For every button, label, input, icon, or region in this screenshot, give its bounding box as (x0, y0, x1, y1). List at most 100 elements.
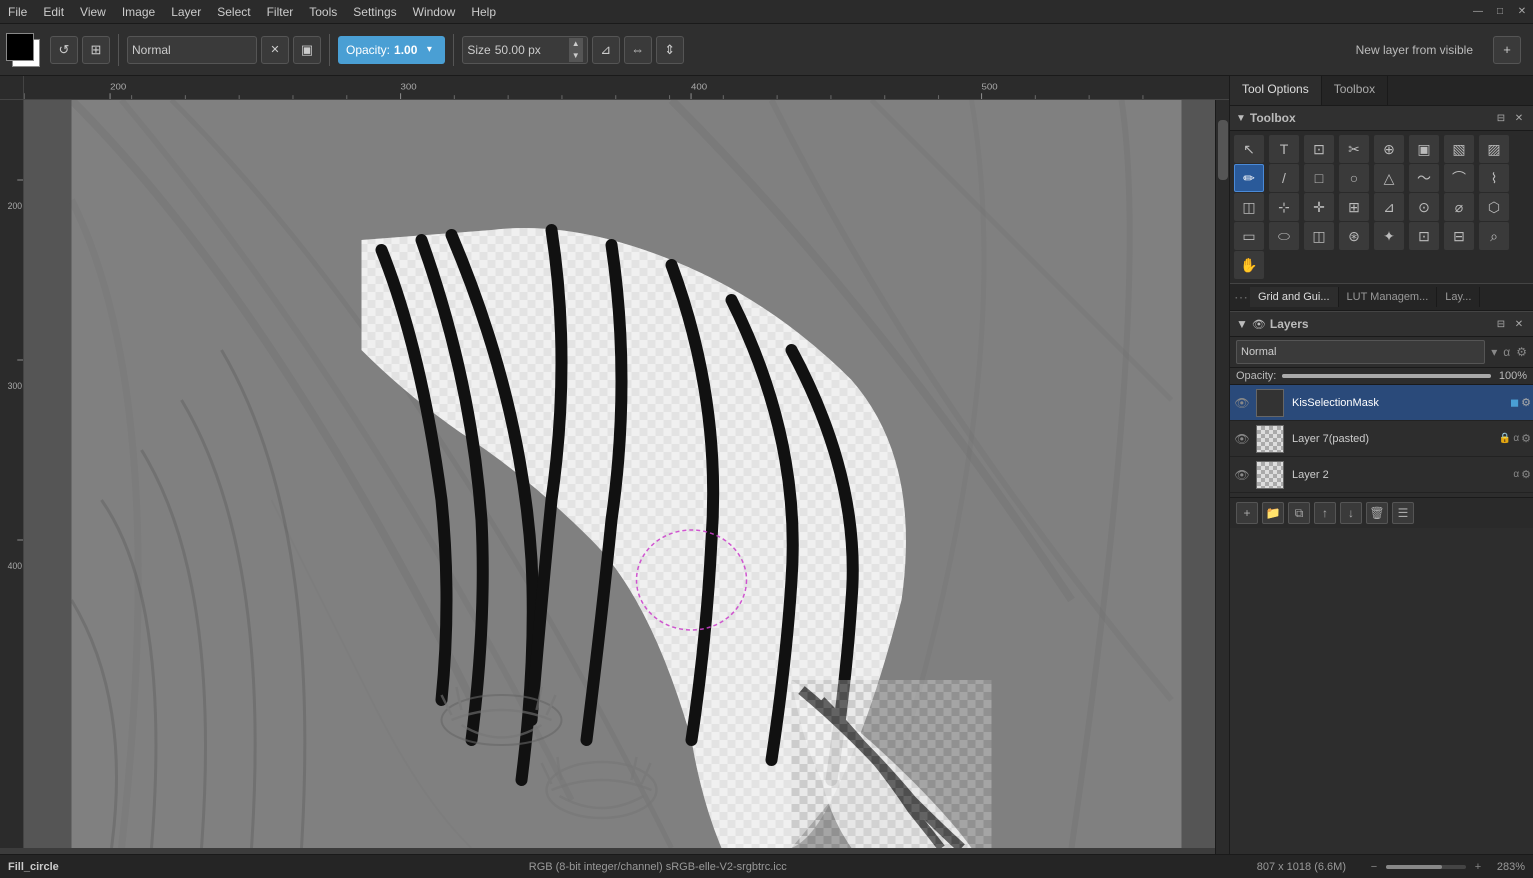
erase-btn[interactable]: ✕ (261, 36, 289, 64)
layers-detach-btn[interactable]: ⊟ (1493, 316, 1509, 332)
layer-row-layer2[interactable]: 👁 Layer 2 α ⚙ (1230, 457, 1533, 493)
layer-settings-icon-layer2[interactable]: ⚙ (1521, 468, 1531, 481)
zoom-in-btn[interactable]: + (1470, 859, 1486, 875)
toolbox-expand-icon[interactable]: ▼ (1236, 113, 1246, 124)
group-layer-btn[interactable]: 📁 (1262, 502, 1284, 524)
sub-tab-grid[interactable]: Grid and Gui... (1250, 287, 1339, 307)
tab-tool-options[interactable]: Tool Options (1230, 76, 1322, 105)
opacity-expand-btn[interactable]: ▾ (421, 42, 437, 58)
svg-text:400: 400 (8, 561, 22, 571)
tool-smart-patch[interactable]: ◫ (1234, 193, 1264, 221)
sub-tab-lay[interactable]: Lay... (1437, 287, 1480, 307)
layer-row-kisselectionmask[interactable]: 👁 KisSelectionMask ◼ ⚙ (1230, 385, 1533, 421)
tool-pattern[interactable]: ▨ (1479, 135, 1509, 163)
toolbox-close-btn[interactable]: ✕ (1511, 110, 1527, 126)
tool-line[interactable]: / (1269, 164, 1299, 192)
menu-select[interactable]: Select (209, 3, 258, 21)
foreground-color-swatch[interactable] (6, 33, 34, 61)
fill-behind-btn[interactable]: ▣ (293, 36, 321, 64)
menu-layer[interactable]: Layer (163, 3, 209, 21)
size-up-btn[interactable]: ▲ (569, 38, 583, 50)
menu-help[interactable]: Help (463, 3, 504, 21)
layers-close-btn[interactable]: ✕ (1511, 316, 1527, 332)
toolbox-detach-btn[interactable]: ⊟ (1493, 110, 1509, 126)
mirror-h-btn[interactable]: ⇔ (624, 36, 652, 64)
tool-brush[interactable]: ✏ (1234, 164, 1264, 192)
tool-transform[interactable]: ⊡ (1304, 135, 1334, 163)
tool-eyedropper[interactable]: ⊕ (1374, 135, 1404, 163)
layer-row-layer7[interactable]: 👁 Layer 7(pasted) 🔒 α ⚙ (1230, 421, 1533, 457)
tool-move[interactable]: ✛ (1304, 193, 1334, 221)
tool-ellipse-sel[interactable]: ⬭ (1269, 222, 1299, 250)
tool-gradient[interactable]: ▧ (1444, 135, 1474, 163)
layer-lock-icon-layer7[interactable]: 🔒 (1499, 433, 1511, 444)
copy-layer-btn[interactable]: ⧉ (1288, 502, 1310, 524)
layer-opacity-track[interactable] (1282, 374, 1491, 378)
tool-crop[interactable]: ✂ (1339, 135, 1369, 163)
menu-window[interactable]: Window (405, 3, 464, 21)
color-swatches[interactable] (4, 31, 42, 69)
layer-eye-kisselectionmask[interactable]: 👁 (1232, 385, 1252, 421)
tool-rect[interactable]: □ (1304, 164, 1334, 192)
window-close-btn[interactable]: ✕ (1511, 1, 1533, 23)
tool-contiguous-select[interactable]: ⊿ (1374, 193, 1404, 221)
layer-blend-mode-select[interactable]: Normal (1236, 340, 1485, 364)
move-layer-down-btn[interactable]: ↓ (1340, 502, 1362, 524)
tool-transform-sel[interactable]: ⊡ (1409, 222, 1439, 250)
reset-colors-btn[interactable]: ↺ (50, 36, 78, 64)
tool-rect-sel[interactable]: ▭ (1234, 222, 1264, 250)
brush-dynamics-btn[interactable]: ⊿ (592, 36, 620, 64)
tool-contiguous-sel2[interactable]: ◫ (1304, 222, 1334, 250)
vertical-scroll-thumb[interactable] (1218, 120, 1228, 180)
mirror-v-btn[interactable]: ⇕ (656, 36, 684, 64)
add-layer-btn[interactable]: + (1236, 502, 1258, 524)
menu-view[interactable]: View (72, 3, 114, 21)
brush-presets-btn[interactable]: ⊞ (82, 36, 110, 64)
blend-mode-select[interactable]: Normal (127, 36, 257, 64)
layer-settings-icon-layer7[interactable]: ⚙ (1521, 432, 1531, 445)
layers-expand-icon[interactable]: ▼ (1236, 317, 1248, 331)
opacity-control[interactable]: Opacity: 1.00 ▾ (338, 36, 445, 64)
delete-layer-btn[interactable]: 🗑 (1366, 502, 1388, 524)
zoom-out-btn[interactable]: − (1366, 859, 1382, 875)
tool-pan[interactable]: ✋ (1234, 251, 1264, 279)
tool-paintbucket[interactable]: ▣ (1409, 135, 1439, 163)
tool-polygon[interactable]: △ (1374, 164, 1404, 192)
tool-bezier-select[interactable]: ⌀ (1444, 193, 1474, 221)
layer-eye-layer7[interactable]: 👁 (1232, 421, 1252, 457)
menu-settings[interactable]: Settings (345, 3, 404, 21)
vertical-scrollbar[interactable] (1215, 100, 1229, 864)
tool-poly-select[interactable]: ⬡ (1479, 193, 1509, 221)
tool-magnetic-sel[interactable]: ✦ (1374, 222, 1404, 250)
tool-zoom[interactable]: ⌕ (1479, 222, 1509, 250)
layer-settings-icon[interactable]: ⚙ (1521, 396, 1531, 409)
window-maximize-btn[interactable]: □ (1489, 1, 1511, 23)
menu-tools[interactable]: Tools (301, 3, 345, 21)
tool-calligraphy[interactable]: ⌇ (1479, 164, 1509, 192)
menu-edit[interactable]: Edit (35, 3, 72, 21)
zoom-track[interactable] (1386, 865, 1466, 869)
menu-filter[interactable]: Filter (259, 3, 302, 21)
tool-path-edit[interactable]: ⌒ (1444, 164, 1474, 192)
tool-freehand-shape[interactable]: 〜 (1409, 164, 1439, 192)
window-minimize-btn[interactable]: ― (1467, 1, 1489, 23)
menu-image[interactable]: Image (114, 3, 163, 21)
new-layer-from-visible-btn[interactable]: + (1493, 36, 1521, 64)
tool-text[interactable]: T (1269, 135, 1299, 163)
tool-free-sel[interactable]: ⊛ (1339, 222, 1369, 250)
tool-border-sel[interactable]: ⊟ (1444, 222, 1474, 250)
size-input[interactable] (495, 43, 565, 57)
canvas-area[interactable] (24, 100, 1229, 848)
tool-color-select[interactable]: ⊙ (1409, 193, 1439, 221)
menu-file[interactable]: File (0, 3, 35, 21)
tool-ellipse[interactable]: ○ (1339, 164, 1369, 192)
layer-eye-layer2[interactable]: 👁 (1232, 457, 1252, 493)
size-down-btn[interactable]: ▼ (569, 50, 583, 62)
tool-transform-layer[interactable]: ⊹ (1269, 193, 1299, 221)
sub-tab-lut[interactable]: LUT Managem... (1339, 287, 1438, 307)
layer-settings-btn[interactable]: ☰ (1392, 502, 1414, 524)
tab-toolbox[interactable]: Toolbox (1322, 76, 1388, 105)
move-layer-up-btn[interactable]: ↑ (1314, 502, 1336, 524)
tool-warp[interactable]: ⊞ (1339, 193, 1369, 221)
tool-cursor[interactable]: ↖ (1234, 135, 1264, 163)
